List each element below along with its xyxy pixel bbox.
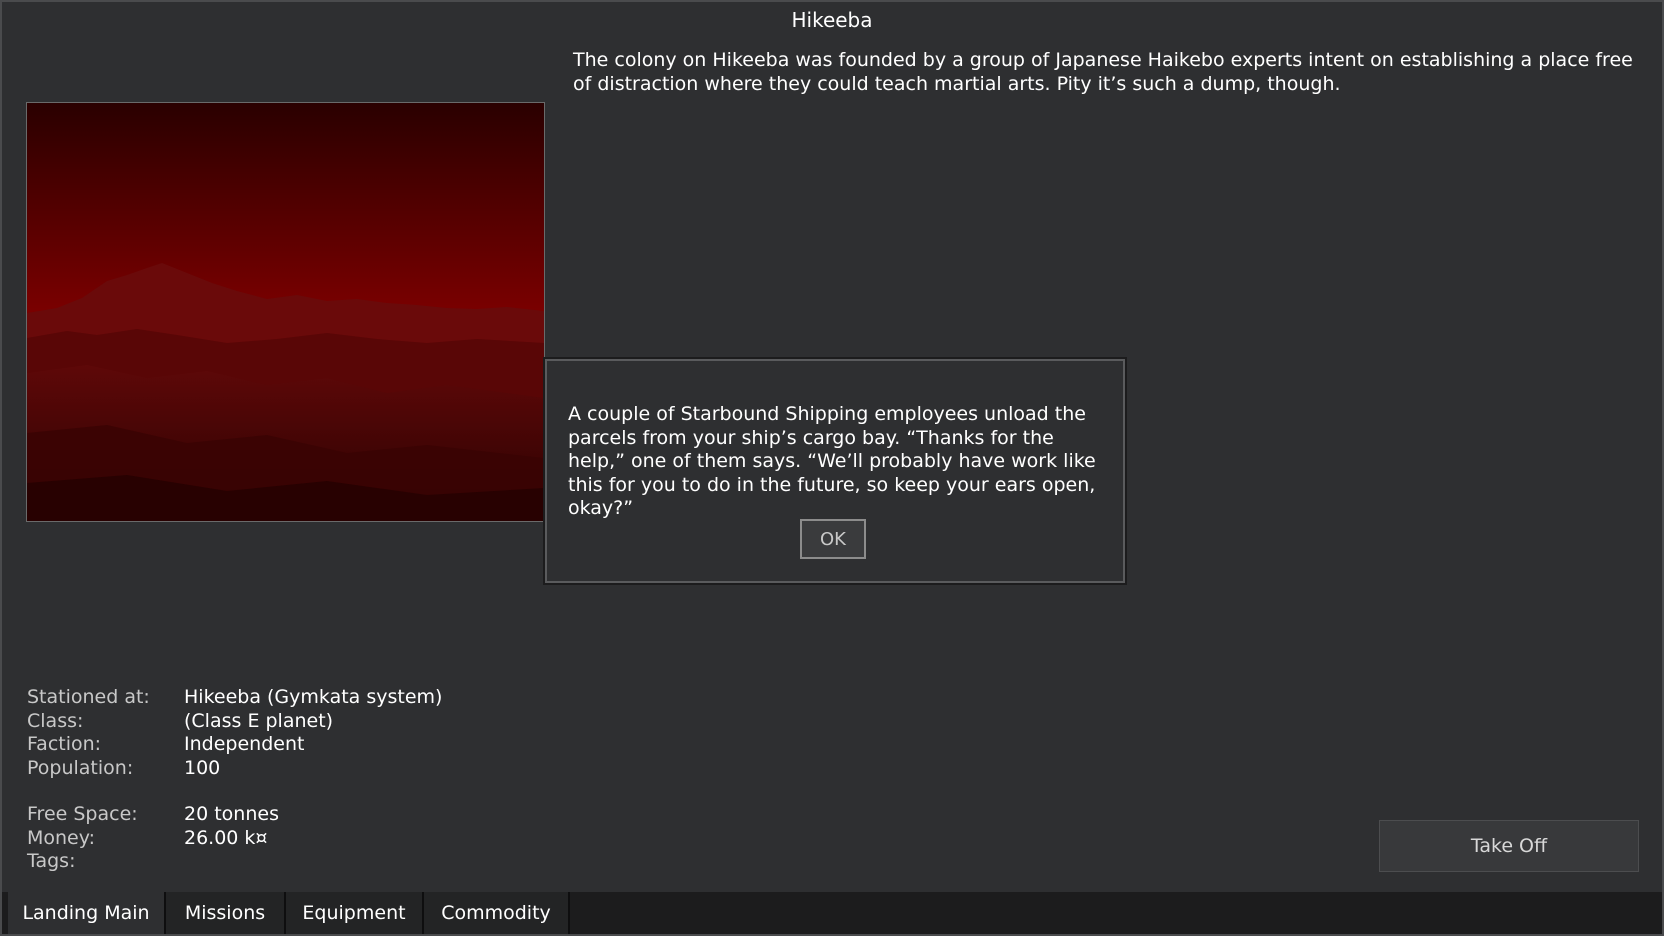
info-value: Independent — [184, 733, 305, 755]
info-label: Faction: — [27, 733, 102, 755]
tab-missions[interactable]: Missions — [166, 892, 286, 934]
tab-bar: Landing Main Missions Equipment Commodit… — [2, 892, 1662, 934]
info-label: Money: — [27, 826, 96, 849]
info-row-tags: Tags: — [27, 850, 442, 874]
take-off-button[interactable]: Take Off — [1379, 820, 1639, 872]
info-row-population: Population: 100 — [27, 757, 442, 781]
tab-equipment[interactable]: Equipment — [286, 892, 424, 934]
info-label: Population: — [27, 756, 134, 779]
landing-window: Hikeeba The colony on Hikeeba was founde… — [0, 0, 1664, 936]
planet-image — [26, 102, 545, 522]
info-row-money: Money: 26.00 k¤ — [27, 827, 442, 851]
tab-landing-main[interactable]: Landing Main — [8, 892, 166, 934]
tab-commodity[interactable]: Commodity — [424, 892, 570, 934]
ok-button[interactable]: OK — [800, 519, 866, 559]
planet-description: The colony on Hikeeba was founded by a g… — [573, 49, 1633, 95]
planet-title: Hikeeba — [791, 8, 873, 32]
info-row-class: Class: (Class E planet) — [27, 710, 442, 734]
info-value: 26.00 k¤ — [184, 826, 268, 849]
info-row-freespace: Free Space: 20 tonnes — [27, 803, 442, 827]
info-value: 100 — [184, 756, 221, 779]
info-label: Free Space: — [27, 803, 138, 825]
info-label: Stationed at: — [27, 686, 150, 708]
info-value: 20 tonnes — [184, 803, 279, 825]
dialog-message: A couple of Starbound Shipping employees… — [568, 403, 1096, 519]
info-value: (Class E planet) — [184, 709, 334, 732]
planet-info: Stationed at: Hikeeba (Gymkata system) C… — [27, 686, 442, 874]
info-row-faction: Faction: Independent — [27, 733, 442, 757]
message-dialog: A couple of Starbound Shipping employees… — [543, 357, 1127, 585]
info-label: Tags: — [27, 850, 76, 872]
info-row-stationed: Stationed at: Hikeeba (Gymkata system) — [27, 686, 442, 710]
info-label: Class: — [27, 709, 84, 732]
info-value: Hikeeba (Gymkata system) — [184, 686, 443, 708]
